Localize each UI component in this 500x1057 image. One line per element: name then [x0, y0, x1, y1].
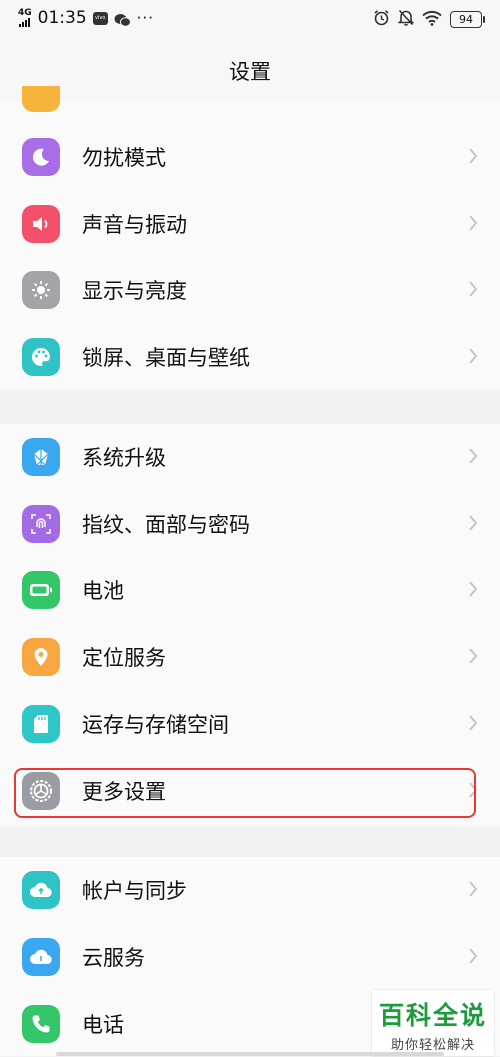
- speaker-icon: [22, 205, 60, 243]
- settings-item-label: 显示与亮度: [82, 279, 187, 303]
- settings-item-fingerprint-face-password[interactable]: 指纹、面部与密码: [0, 491, 500, 557]
- partial-icon: [22, 86, 60, 112]
- clock: 01:35: [37, 8, 87, 28]
- chevron-right-icon: [468, 279, 478, 299]
- status-right: 94: [373, 9, 485, 30]
- settings-item-battery[interactable]: 电池: [0, 557, 500, 623]
- settings-item-cloud-service[interactable]: 云服务: [0, 924, 500, 990]
- settings-item-account-sync[interactable]: 帐户与同步: [0, 857, 500, 923]
- chevron-right-icon: [468, 513, 478, 533]
- moon-icon: [22, 138, 60, 176]
- fingerprint-icon: [22, 505, 60, 543]
- chevron-right-icon: [468, 646, 478, 666]
- settings-item-label: 声音与振动: [82, 213, 187, 237]
- settings-item-display-brightness[interactable]: 显示与亮度: [0, 257, 500, 323]
- chevron-right-icon: [468, 879, 478, 899]
- chevron-right-icon: [468, 346, 478, 366]
- settings-item-label: 勿扰模式: [82, 146, 166, 170]
- vivo-app-icon: vivo: [92, 11, 108, 25]
- settings-item-label: 定位服务: [82, 646, 166, 670]
- settings-section-top-partial: [0, 86, 500, 124]
- settings-item-label: 帐户与同步: [82, 879, 187, 903]
- wechat-icon: [114, 12, 131, 27]
- settings-item-do-not-disturb[interactable]: 勿扰模式: [0, 124, 500, 190]
- highlight-box: [14, 768, 476, 818]
- chevron-right-icon: [468, 713, 478, 733]
- status-bar: 4G 01:35 vivo ··· 94: [0, 0, 500, 40]
- chevron-right-icon: [468, 946, 478, 966]
- wifi-icon: [422, 10, 442, 30]
- network-type: 4G: [18, 8, 32, 18]
- page-header: 设置: [0, 40, 500, 102]
- settings-item-location-services[interactable]: 定位服务: [0, 624, 500, 690]
- chevron-right-icon: [468, 579, 478, 599]
- alarm-icon: [373, 9, 390, 30]
- more-dots-icon: ···: [136, 9, 154, 27]
- watermark-logo: 百科全说 助你轻松解决: [372, 990, 494, 1056]
- watermark-brand: 百科全说: [378, 1001, 487, 1030]
- cloud-icon: [22, 938, 60, 976]
- battery-indicator: 94: [450, 11, 485, 28]
- settings-item-label: 指纹、面部与密码: [82, 513, 250, 537]
- settings-section-2: 系统升级 指纹、面部与密码 电池 定位服务 运存与存储空间 更多设置: [0, 424, 500, 826]
- settings-section-1: 勿扰模式 声音与振动 显示与亮度 锁屏、桌面与壁纸: [0, 124, 500, 390]
- settings-item-label: 云服务: [82, 946, 145, 970]
- palette-icon: [22, 338, 60, 376]
- settings-item-lockscreen-wallpaper[interactable]: 锁屏、桌面与壁纸: [0, 324, 500, 390]
- battery-icon: [22, 571, 60, 609]
- cloud-sync-icon: [22, 871, 60, 909]
- page-title: 设置: [229, 60, 271, 84]
- system-upgrade-icon: [22, 438, 60, 476]
- storage-card-icon: [22, 705, 60, 743]
- settings-item-label: 锁屏、桌面与壁纸: [82, 346, 250, 370]
- mute-notification-icon: [397, 9, 415, 30]
- chevron-right-icon: [468, 213, 478, 233]
- chevron-right-icon: [468, 146, 478, 166]
- watermark-slogan: 助你轻松解决: [390, 1038, 475, 1053]
- signal-icon: 4G: [18, 9, 32, 27]
- sun-icon: [22, 271, 60, 309]
- home-indicator: [56, 1052, 444, 1056]
- status-left: 4G 01:35 vivo ···: [18, 8, 154, 28]
- settings-item-system-upgrade[interactable]: 系统升级: [0, 424, 500, 490]
- settings-item-memory-storage[interactable]: 运存与存储空间: [0, 691, 500, 757]
- settings-item-label: 电话: [82, 1013, 124, 1037]
- phone-icon: [22, 1005, 60, 1043]
- chevron-right-icon: [468, 446, 478, 466]
- settings-item-sound-vibration[interactable]: 声音与振动: [0, 191, 500, 257]
- settings-item-label: 运存与存储空间: [82, 713, 229, 737]
- settings-item-label: 电池: [82, 579, 124, 603]
- settings-item-label: 系统升级: [82, 446, 166, 470]
- location-pin-icon: [22, 638, 60, 676]
